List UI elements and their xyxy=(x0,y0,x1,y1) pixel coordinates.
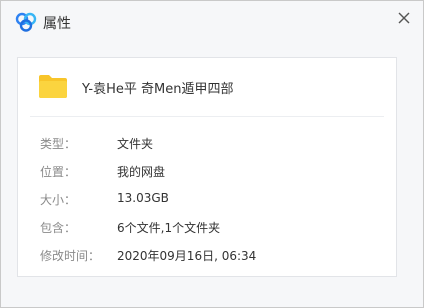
baidu-netdisk-cloud-icon xyxy=(15,12,37,32)
title-bar: 属性 xyxy=(1,1,423,43)
location-value: 我的网盘 xyxy=(117,165,166,179)
location-label: 位置： xyxy=(40,165,77,179)
property-row-modified: 修改时间： 2020年09月16日, 06:34 xyxy=(18,244,396,268)
folder-icon xyxy=(39,75,67,98)
contents-label: 包含： xyxy=(40,221,77,235)
close-icon[interactable] xyxy=(393,7,415,29)
property-row-size: 大小： 13.03GB xyxy=(18,188,396,212)
type-value: 文件夹 xyxy=(117,137,154,151)
properties-panel: Y-袁He平 奇Men遁甲四部 类型： 文件夹 位置： 我的网盘 大小： 13.… xyxy=(17,57,397,277)
size-value: 13.03GB xyxy=(117,191,169,205)
type-label: 类型： xyxy=(40,137,77,151)
contents-value: 6个文件,1个文件夹 xyxy=(117,221,221,235)
property-row-contents: 包含： 6个文件,1个文件夹 xyxy=(18,216,396,240)
property-row-location: 位置： 我的网盘 xyxy=(18,160,396,184)
divider xyxy=(30,116,384,117)
dialog-title: 属性 xyxy=(43,16,71,32)
item-header: Y-袁He平 奇Men遁甲四部 xyxy=(18,58,396,116)
size-label: 大小： xyxy=(40,193,77,207)
property-row-type: 类型： 文件夹 xyxy=(18,132,396,156)
item-name: Y-袁He平 奇Men遁甲四部 xyxy=(82,82,234,97)
modified-time-label: 修改时间： xyxy=(40,249,101,263)
close-button[interactable] xyxy=(393,7,415,29)
modified-time-value: 2020年09月16日, 06:34 xyxy=(117,249,257,263)
properties-dialog: 属性 Y-袁He平 奇Men遁甲四部 类型： 文件夹 位置： 我的网盘 大小： xyxy=(0,0,424,308)
